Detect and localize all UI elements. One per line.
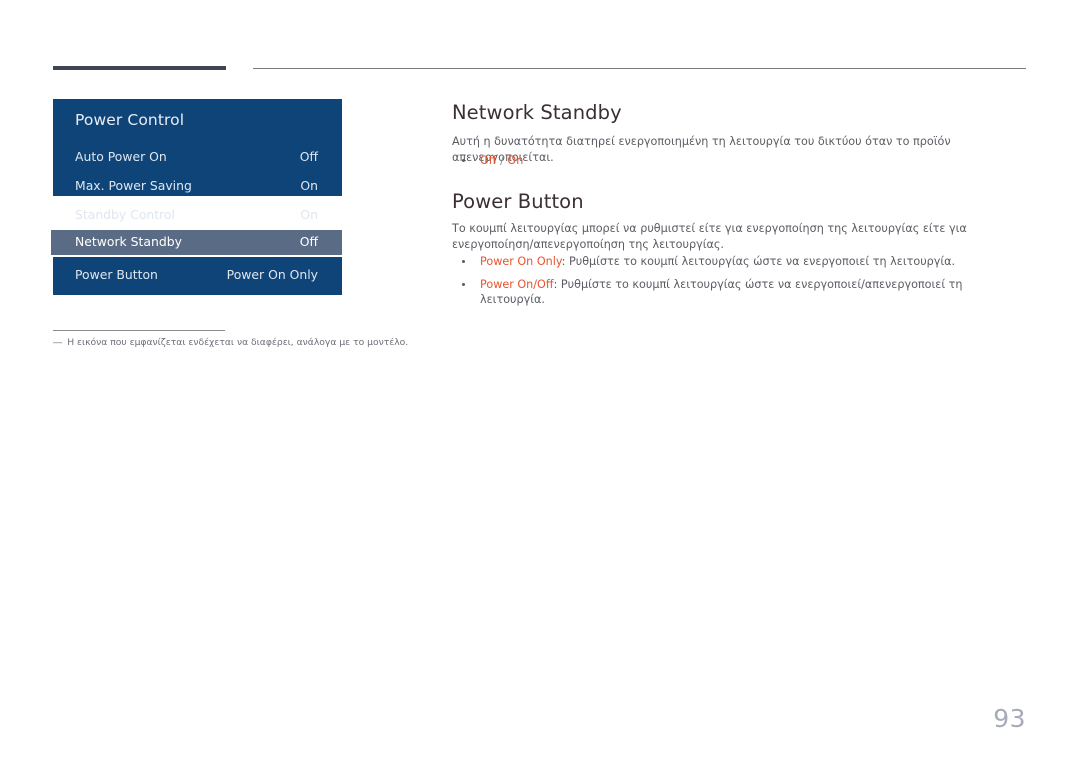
osd-menu-title: Power Control [75, 111, 185, 129]
section-heading-power-button: Power Button [452, 190, 584, 213]
option-power-on-off: Power On/Off [480, 278, 554, 291]
osd-row-standby-control[interactable]: Standby Control On [53, 204, 342, 227]
osd-row-label: Power Button [75, 267, 158, 282]
section-heading-network-standby: Network Standby [452, 101, 622, 124]
osd-row-label: Max. Power Saving [75, 178, 192, 193]
footnote-rule [53, 330, 225, 331]
bullet-list-network-standby: Off / On [452, 153, 1012, 176]
header-rule-thin [253, 68, 1026, 69]
page-number: 93 [993, 704, 1026, 733]
bullet-dot-icon [462, 283, 465, 286]
osd-row-auto-power-on[interactable]: Auto Power On Off [53, 146, 342, 169]
bullet-item-power-on-only: Power On Only: Ρυθμίστε το κουμπί λειτου… [452, 254, 1012, 269]
osd-row-label: Network Standby [75, 234, 182, 249]
footnote-text: Η εικόνα που εμφανίζεται ενδέχεται να δι… [67, 337, 409, 348]
bullet-dot-icon [462, 260, 465, 263]
osd-row-value: On [300, 178, 318, 193]
option-on: On [507, 154, 524, 167]
option-off: Off [480, 154, 497, 167]
osd-row-value: Off [299, 149, 318, 164]
bullet-dot-icon [462, 159, 465, 162]
header-rule-dark [53, 66, 226, 70]
osd-row-max-power-saving[interactable]: Max. Power Saving On [53, 175, 342, 198]
option-separator: / [496, 154, 508, 167]
section-body-power-button: Το κουμπί λειτουργίας μπορεί να ρυθμιστε… [452, 222, 967, 251]
option-power-on-only: Power On Only [480, 255, 562, 268]
bullet-item-power-on-off: Power On/Off: Ρυθμίστε το κουμπί λειτουρ… [452, 277, 1012, 307]
osd-row-value: Off [299, 234, 318, 249]
osd-row-value: Power On Only [226, 267, 318, 282]
osd-row-network-standby-selected[interactable]: Network Standby Off [51, 230, 342, 255]
bullet-item-off-on: Off / On [452, 153, 1012, 168]
osd-row-power-button[interactable]: Power Button Power On Only [53, 264, 342, 287]
bullet-list-power-button: Power On Only: Ρυθμίστε το κουμπί λειτου… [452, 254, 1012, 315]
option-power-on-only-desc: : Ρυθμίστε το κουμπί λειτουργίας ώστε να… [561, 255, 956, 268]
osd-row-label: Auto Power On [75, 149, 167, 164]
osd-row-label: Standby Control [75, 207, 175, 222]
osd-row-value: On [300, 207, 318, 222]
footnote-dash: ― [53, 337, 63, 348]
footnote: ― Η εικόνα που εμφανίζεται ενδέχεται να δ… [53, 337, 473, 348]
